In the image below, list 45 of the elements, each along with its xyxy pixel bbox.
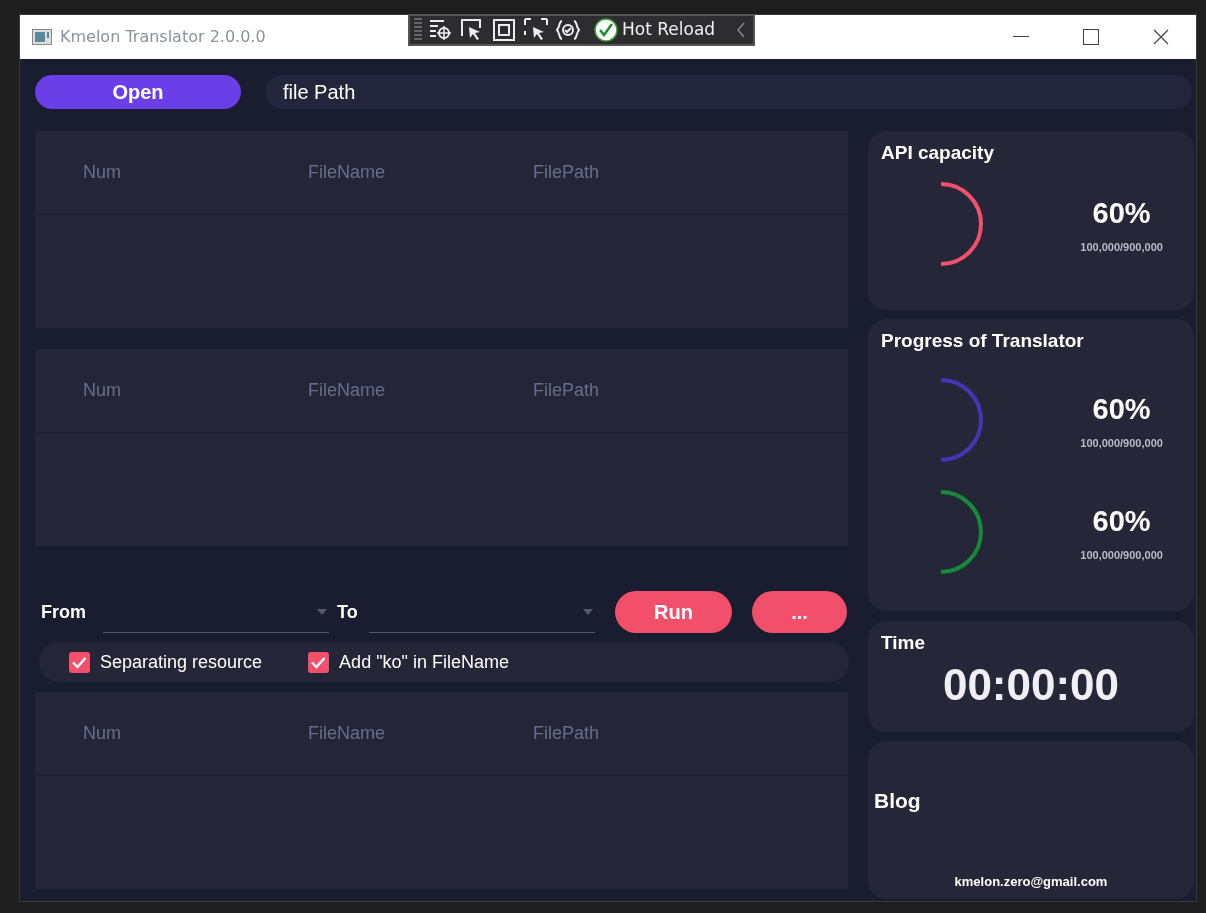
minimize-icon (1013, 36, 1029, 38)
checkbox[interactable] (308, 651, 330, 673)
window-title: Kmelon Translator 2.0.0.0 (60, 26, 266, 48)
column-header[interactable]: FileName (308, 377, 533, 404)
column-header[interactable]: FilePath (533, 159, 758, 186)
percent-value: 60% (1092, 391, 1151, 427)
from-label: From (41, 600, 87, 624)
column-header[interactable]: Num (83, 377, 308, 404)
column-header[interactable]: FileName (308, 720, 533, 747)
percent-value: 60% (1092, 195, 1151, 231)
column-header[interactable]: FilePath (533, 377, 758, 404)
braces-icon[interactable] (554, 17, 582, 43)
card-title: Progress of Translator (881, 329, 1085, 353)
card-title: Time (881, 631, 926, 655)
percent-value: 60% (1092, 503, 1151, 539)
app-icon (32, 29, 52, 45)
caret-icon (583, 608, 593, 615)
grip-icon (414, 18, 422, 42)
column-header[interactable]: FilePath (533, 720, 758, 747)
more-button[interactable]: ... (752, 591, 847, 633)
column-header[interactable]: Num (83, 159, 308, 186)
cursor-frame-icon[interactable] (522, 17, 550, 43)
column-header[interactable]: Num (83, 720, 308, 747)
email-link[interactable]: kmelon.zero@gmail.com (874, 871, 1188, 891)
file-path-field[interactable]: file Path (265, 75, 1192, 109)
checkbox-option[interactable]: Separating resource (69, 648, 263, 676)
maximize-icon (1083, 29, 1099, 45)
caret-icon (317, 608, 327, 615)
card-title: API capacity (881, 141, 995, 165)
hot-reload-label[interactable]: Hot Reload (622, 17, 716, 43)
checkbox[interactable] (69, 651, 90, 673)
open-button[interactable]: Open (35, 75, 241, 109)
checkbox-option[interactable]: Add "ko" in FileName (308, 648, 509, 676)
to-label: To (337, 600, 359, 624)
chevron-icon[interactable] (735, 21, 748, 39)
run-button[interactable]: Run (615, 591, 732, 633)
card-title: Blog (874, 788, 922, 814)
usage-reading: 100,000/900,000 (1080, 436, 1163, 451)
close-icon (1153, 29, 1169, 45)
usage-reading: 100,000/900,000 (1080, 548, 1163, 563)
column-header[interactable]: FileName (308, 159, 533, 186)
usage-reading: 100,000/900,000 (1080, 240, 1163, 255)
square-icon[interactable] (490, 17, 518, 43)
check-circle-icon (594, 18, 618, 42)
timer-value: 00:00:00 (941, 658, 1121, 711)
